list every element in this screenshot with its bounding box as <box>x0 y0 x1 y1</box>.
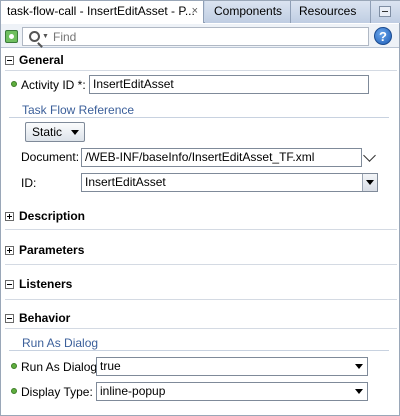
reference-mode-value: Static <box>32 125 63 139</box>
section-description-header[interactable]: Description <box>5 208 397 226</box>
activity-id-field[interactable]: InsertEditAsset <box>89 75 369 94</box>
id-dropdown-icon[interactable] <box>362 174 377 191</box>
required-indicator-icon <box>11 388 17 394</box>
section-divider <box>5 264 397 265</box>
required-indicator-icon <box>11 81 17 87</box>
id-label: ID: <box>21 176 37 190</box>
section-divider <box>5 229 397 230</box>
run-as-dialog-label: Run As Dialog: <box>21 360 101 374</box>
task-flow-reference-title: Task Flow Reference <box>22 103 135 117</box>
display-type-dropdown-icon[interactable] <box>352 383 367 400</box>
section-general-title: General <box>19 53 64 67</box>
run-as-dialog-title: Run As Dialog <box>22 336 99 350</box>
section-behavior-divider <box>5 328 397 329</box>
tab-resources[interactable]: Resources <box>291 1 371 23</box>
expand-description-icon[interactable] <box>5 212 14 221</box>
section-description-title: Description <box>19 209 86 223</box>
document-history-chevron-icon[interactable] <box>363 149 376 162</box>
sync-selection-icon[interactable] <box>5 30 18 43</box>
id-select[interactable]: InsertEditAsset <box>81 173 378 192</box>
display-type-value: inline-popup <box>100 384 166 398</box>
section-listeners-header[interactable]: Listeners <box>5 276 397 294</box>
minimize-icon[interactable] <box>379 6 391 17</box>
section-general-divider <box>5 70 397 71</box>
find-box[interactable]: ▼ <box>22 27 369 46</box>
run-as-dialog-divider <box>9 350 389 351</box>
tab-task-flow-call-label: task-flow-call - InsertEditAsset - P... <box>7 4 195 18</box>
property-inspector-window: task-flow-call - InsertEditAsset - P... … <box>0 0 400 416</box>
document-label: Document: <box>21 150 80 164</box>
expand-parameters-icon[interactable] <box>5 246 14 255</box>
search-icon[interactable] <box>29 31 40 42</box>
required-indicator-icon <box>11 363 17 369</box>
close-tab-icon[interactable]: × <box>192 1 198 22</box>
section-listeners-title: Listeners <box>19 277 73 291</box>
collapse-listeners-icon[interactable] <box>5 280 14 289</box>
collapse-general-icon[interactable] <box>5 56 14 65</box>
tab-resources-label: Resources <box>299 4 357 18</box>
find-input[interactable] <box>53 29 353 44</box>
task-flow-reference-divider <box>9 117 389 118</box>
section-behavior-title: Behavior <box>19 311 71 325</box>
minimize-area <box>371 1 400 23</box>
tab-components[interactable]: Components <box>205 1 291 23</box>
display-type-label: Display Type: <box>21 385 93 399</box>
document-field[interactable]: /WEB-INF/baseInfo/InsertEditAsset_TF.xml <box>81 148 362 167</box>
section-behavior-header[interactable]: Behavior <box>5 310 397 328</box>
run-as-dialog-value: true <box>100 359 121 373</box>
section-parameters-title: Parameters <box>19 243 85 257</box>
run-as-dialog-select[interactable]: true <box>96 357 368 376</box>
activity-id-label: Activity ID *: <box>21 78 86 92</box>
section-parameters-header[interactable]: Parameters <box>5 242 397 260</box>
reference-mode-select[interactable]: Static <box>25 122 85 142</box>
tab-components-label: Components <box>214 4 283 18</box>
display-type-select[interactable]: inline-popup <box>96 382 368 401</box>
tab-task-flow-call[interactable]: task-flow-call - InsertEditAsset - P... … <box>1 1 204 23</box>
id-value: InsertEditAsset <box>85 175 166 189</box>
collapse-behavior-icon[interactable] <box>5 314 14 323</box>
reference-mode-dropdown-icon <box>71 130 79 135</box>
help-icon[interactable]: ? <box>374 27 392 45</box>
run-as-dialog-dropdown-icon[interactable] <box>352 358 367 375</box>
section-divider <box>5 299 397 300</box>
section-general-header[interactable]: General <box>5 52 397 70</box>
toolbar: ▼ ? <box>1 24 399 48</box>
search-options-chevron-icon[interactable]: ▼ <box>42 33 49 40</box>
tab-strip: task-flow-call - InsertEditAsset - P... … <box>1 1 400 23</box>
